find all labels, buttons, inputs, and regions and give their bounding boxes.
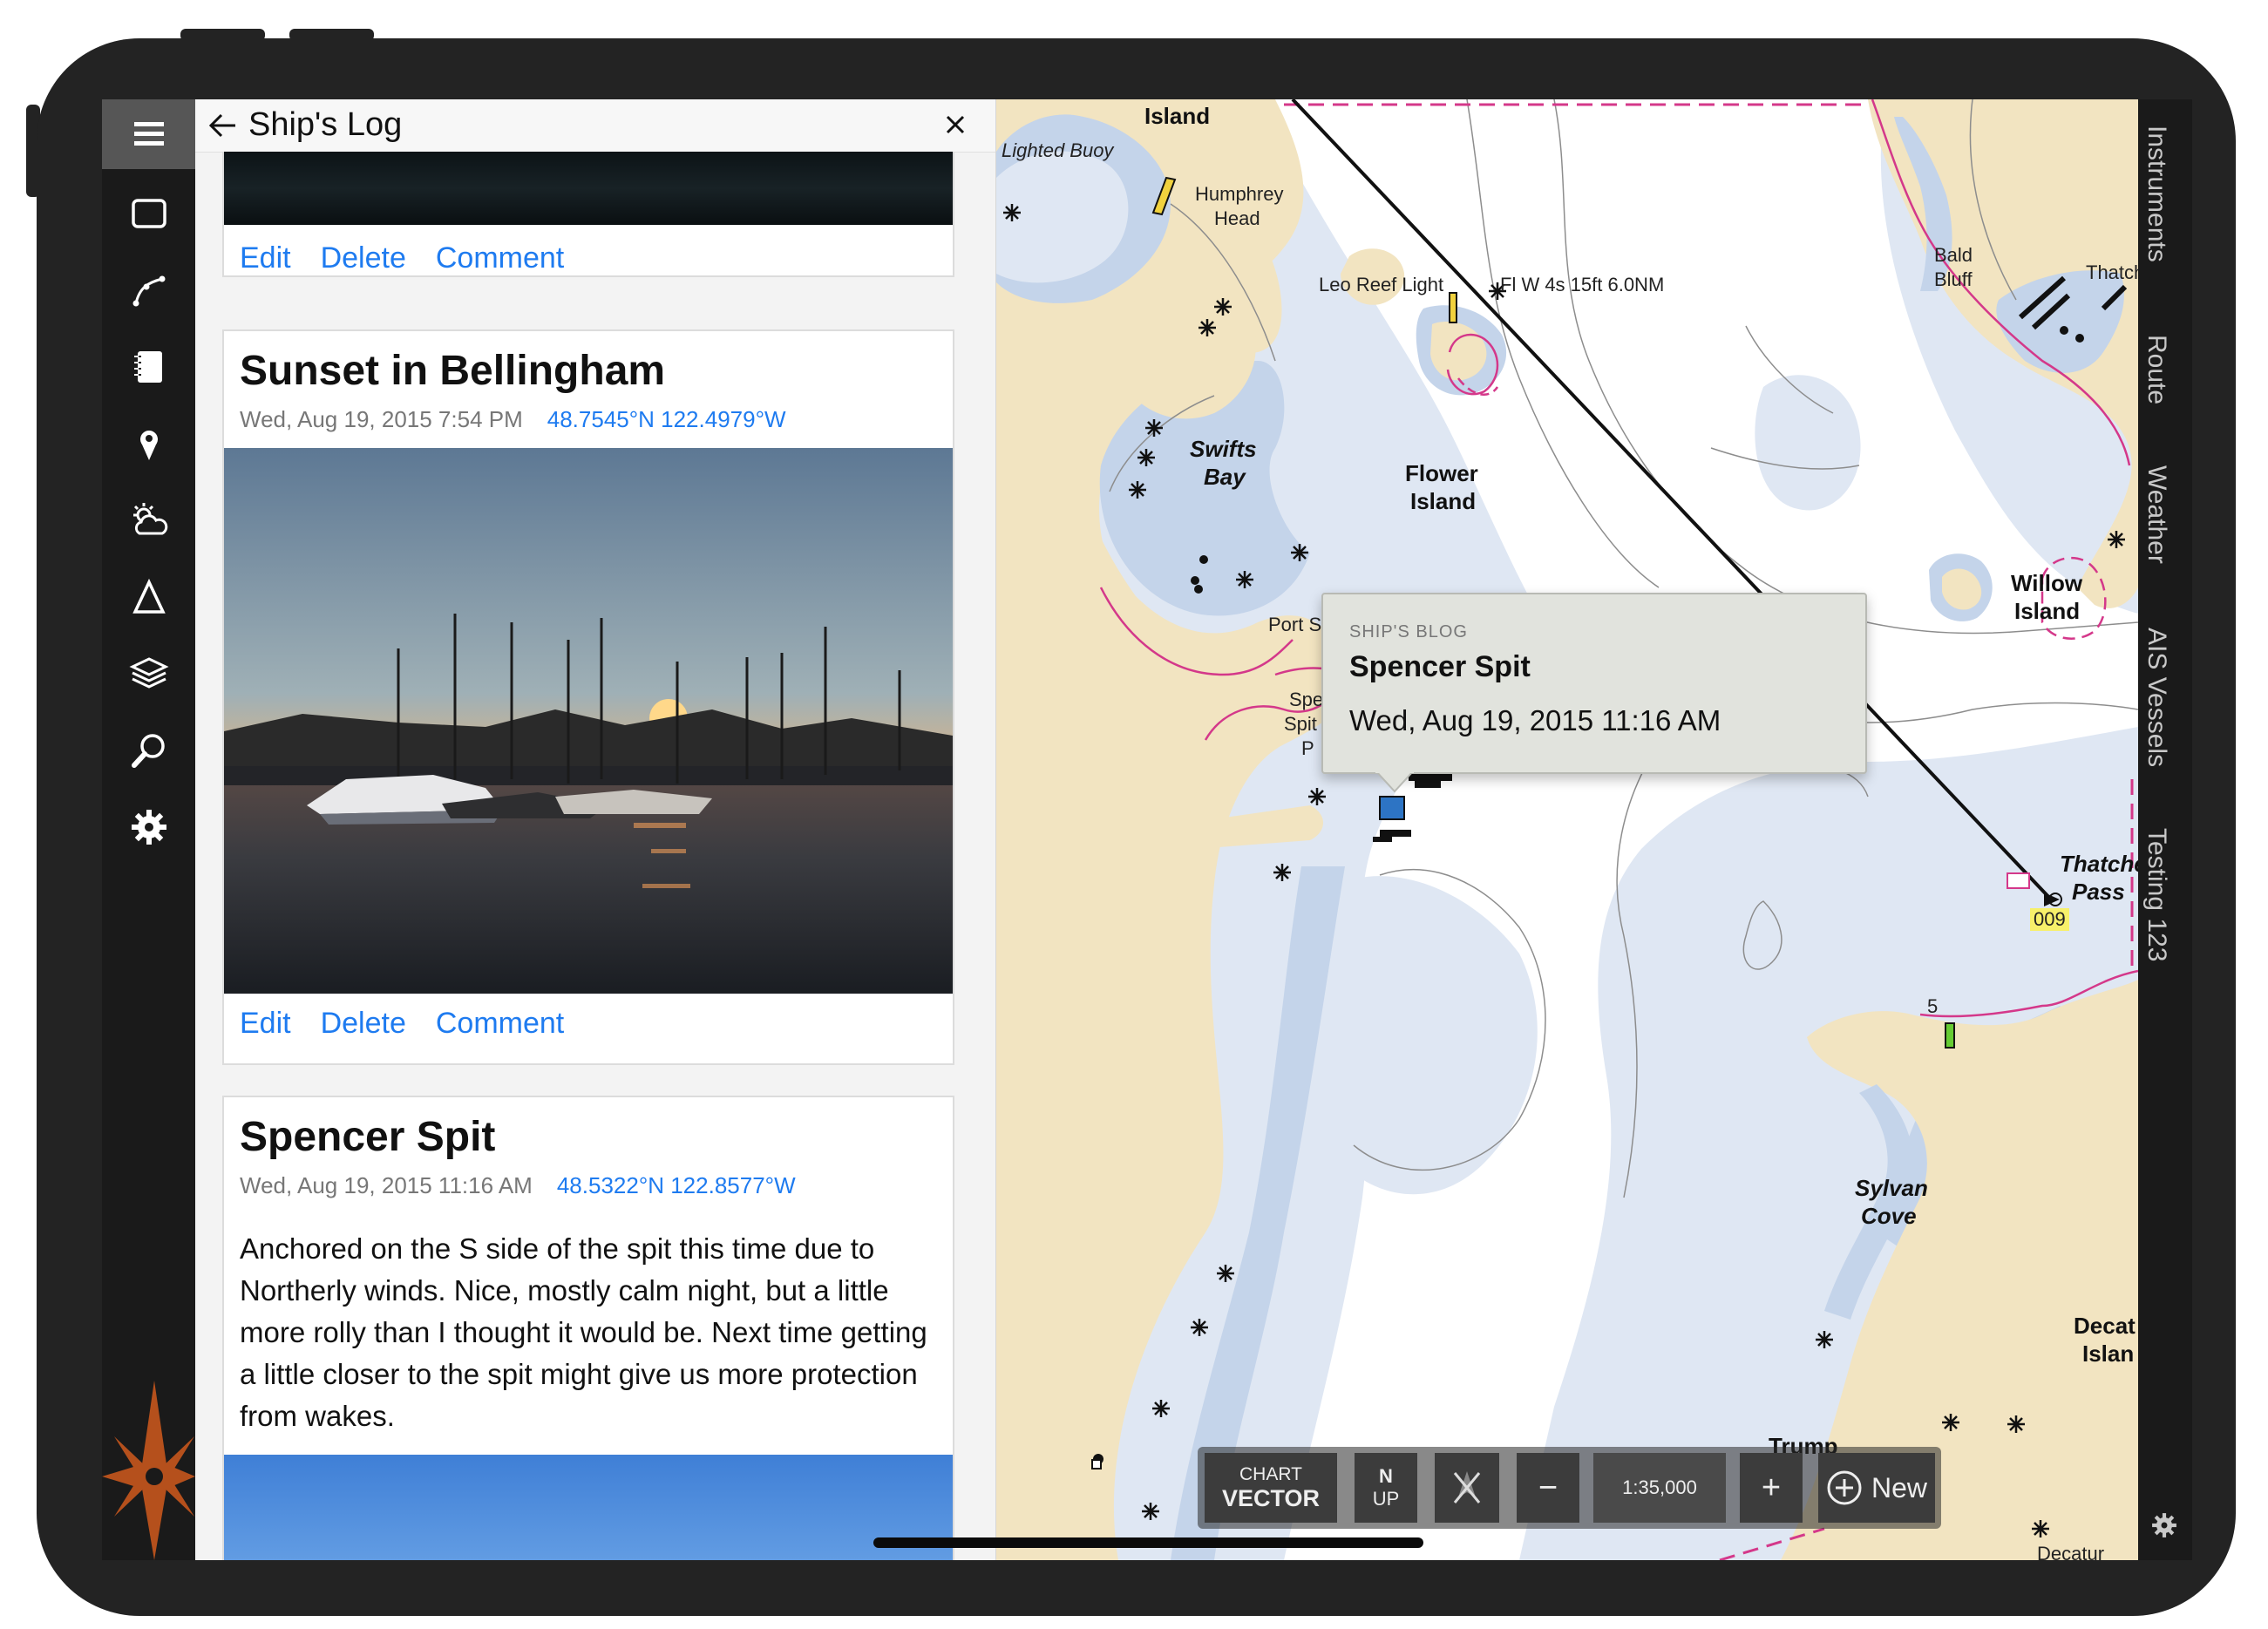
buoy-label: 009 (2030, 908, 2069, 931)
map-label: Pass (2072, 879, 2125, 905)
settings-gear-icon[interactable] (2150, 1511, 2178, 1544)
boat-track-off-icon (1453, 1471, 1481, 1503)
comment-link[interactable]: Comment (436, 1007, 564, 1041)
entry-photo-water (224, 152, 953, 225)
popup-title: Spencer Spit (1349, 650, 1531, 683)
map-popup[interactable]: SHIP'S BLOG Spencer Spit Wed, Aug 19, 20… (1321, 593, 1867, 793)
plus-circle-icon (1827, 1470, 1862, 1505)
entry-text: Anchored on the S side of the spit this … (240, 1232, 927, 1432)
map-label: Lighted Buoy (1002, 139, 1114, 161)
map-label: P (1301, 737, 1314, 759)
new-button[interactable]: New (1818, 1453, 1935, 1523)
map-label: Thatch (2086, 261, 2138, 283)
ships-log-panel: Ship's Log Edit Delete Comment Sunset in… (195, 99, 997, 1560)
log-entry-card: Spencer Spit Wed, Aug 19, 2015 11:16 AM 4… (222, 1096, 954, 1560)
compass-rose-logo (102, 1381, 195, 1560)
weather-icon[interactable] (102, 483, 195, 558)
panel-header: Ship's Log (195, 99, 995, 153)
map-label: Decat (2074, 1313, 2136, 1339)
map-label: Island (1144, 103, 1211, 129)
entry-title: Spencer Spit (240, 1114, 496, 1160)
north-up-button[interactable]: N UP (1355, 1453, 1417, 1523)
map-label: Bald (1934, 244, 1973, 266)
map-label: Humphrey (1195, 183, 1284, 205)
map-label: 5 (1927, 995, 1939, 1017)
tab-instruments[interactable]: Instruments (2142, 126, 2171, 262)
map-label: Decatur (2037, 1543, 2105, 1560)
map-label: Bluff (1934, 268, 1973, 290)
arrow-left-icon[interactable] (206, 108, 241, 147)
zoom-in-button[interactable]: + (1740, 1453, 1803, 1523)
tab-testing-123[interactable]: Testing 123 (2142, 828, 2171, 961)
nautical-chart-map[interactable]: Island Lighted Buoy Humphrey Head Leo Re… (996, 99, 2138, 1560)
zoom-out-button[interactable]: − (1517, 1453, 1579, 1523)
gear-icon[interactable] (102, 790, 195, 865)
close-icon[interactable] (942, 112, 968, 142)
map-label: Flower (1405, 460, 1478, 486)
tab-ais-vessels[interactable]: AIS Vessels (2142, 628, 2171, 767)
map-label: Spe (1289, 689, 1324, 710)
chart-mode-bottom: VECTOR (1221, 1484, 1321, 1511)
logbook-icon[interactable] (102, 329, 195, 404)
track-disabled-button[interactable] (1435, 1453, 1499, 1523)
map-toolbar: CHART VECTOR N UP − 1:35,000 + New (1198, 1447, 1941, 1529)
home-indicator[interactable] (873, 1537, 1423, 1548)
map-label: Port S (1268, 614, 1322, 635)
entry-date: Wed, Aug 19, 2015 7:54 PM (240, 406, 523, 432)
entry-coordinates-link[interactable]: 48.7545°N 122.4979°W (547, 406, 786, 432)
panel-title: Ship's Log (248, 106, 403, 143)
triangle-icon[interactable] (102, 560, 195, 635)
tab-route[interactable]: Route (2142, 335, 2171, 404)
map-label: Leo Reef Light (1319, 274, 1444, 295)
edit-link[interactable]: Edit (240, 1007, 291, 1041)
scale-readout: 1:35,000 (1593, 1453, 1726, 1523)
chart-mode-button[interactable]: CHART VECTOR (1205, 1453, 1337, 1523)
delete-link[interactable]: Delete (321, 241, 406, 275)
edit-link[interactable]: Edit (240, 241, 291, 275)
layers-icon[interactable] (102, 636, 195, 711)
map-label: Spit (1284, 713, 1317, 735)
map-label: Island (1410, 488, 1477, 514)
delete-link[interactable]: Delete (321, 1007, 406, 1041)
map-label: Cove (1861, 1203, 1917, 1229)
map-label: Swifts (1190, 436, 1257, 462)
map-label: Head (1214, 207, 1260, 229)
marker-pin-icon[interactable] (102, 406, 195, 481)
map-label: Island (2014, 598, 2081, 624)
north-up-bottom: UP (1372, 1488, 1400, 1510)
entry-photo-sunset[interactable] (224, 448, 953, 994)
app-screen: Ship's Log Edit Delete Comment Sunset in… (102, 99, 2192, 1560)
entry-date: Wed, Aug 19, 2015 11:16 AM (240, 1172, 533, 1198)
entry-coordinates-link[interactable]: 48.5322°N 122.8577°W (557, 1172, 796, 1198)
comment-link[interactable]: Comment (436, 241, 564, 275)
map-label: Sylvan (1855, 1175, 1928, 1201)
entry-photo-sky[interactable] (224, 1455, 953, 1560)
new-button-label: New (1871, 1471, 1927, 1503)
map-label: Bay (1204, 464, 1246, 490)
left-toolbar (102, 99, 195, 1560)
popup-kicker: SHIP'S BLOG (1349, 622, 1468, 641)
chart-frame-icon[interactable] (102, 176, 195, 251)
map-label: Willow (2011, 570, 2083, 596)
tab-weather[interactable]: Weather (2142, 465, 2171, 564)
map-label: Islan (2082, 1341, 2135, 1367)
map-label: Thatcher (2060, 851, 2138, 877)
popup-date: Wed, Aug 19, 2015 11:16 AM (1349, 704, 1721, 736)
north-up-top: N (1379, 1465, 1393, 1487)
route-icon[interactable] (102, 253, 195, 328)
right-tab-rail: Instruments Route Weather AIS Vessels Te… (2138, 99, 2192, 1560)
menu-icon[interactable] (102, 99, 195, 169)
chart-mode-top: CHART (1239, 1463, 1302, 1484)
map-label: Fl W 4s 15ft 6.0NM (1500, 274, 1665, 295)
log-entry-card: Sunset in Bellingham Wed, Aug 19, 2015 7… (222, 329, 954, 1065)
entry-title: Sunset in Bellingham (240, 348, 666, 394)
log-entry-card: Edit Delete Comment (222, 152, 954, 277)
search-icon[interactable] (102, 713, 195, 788)
